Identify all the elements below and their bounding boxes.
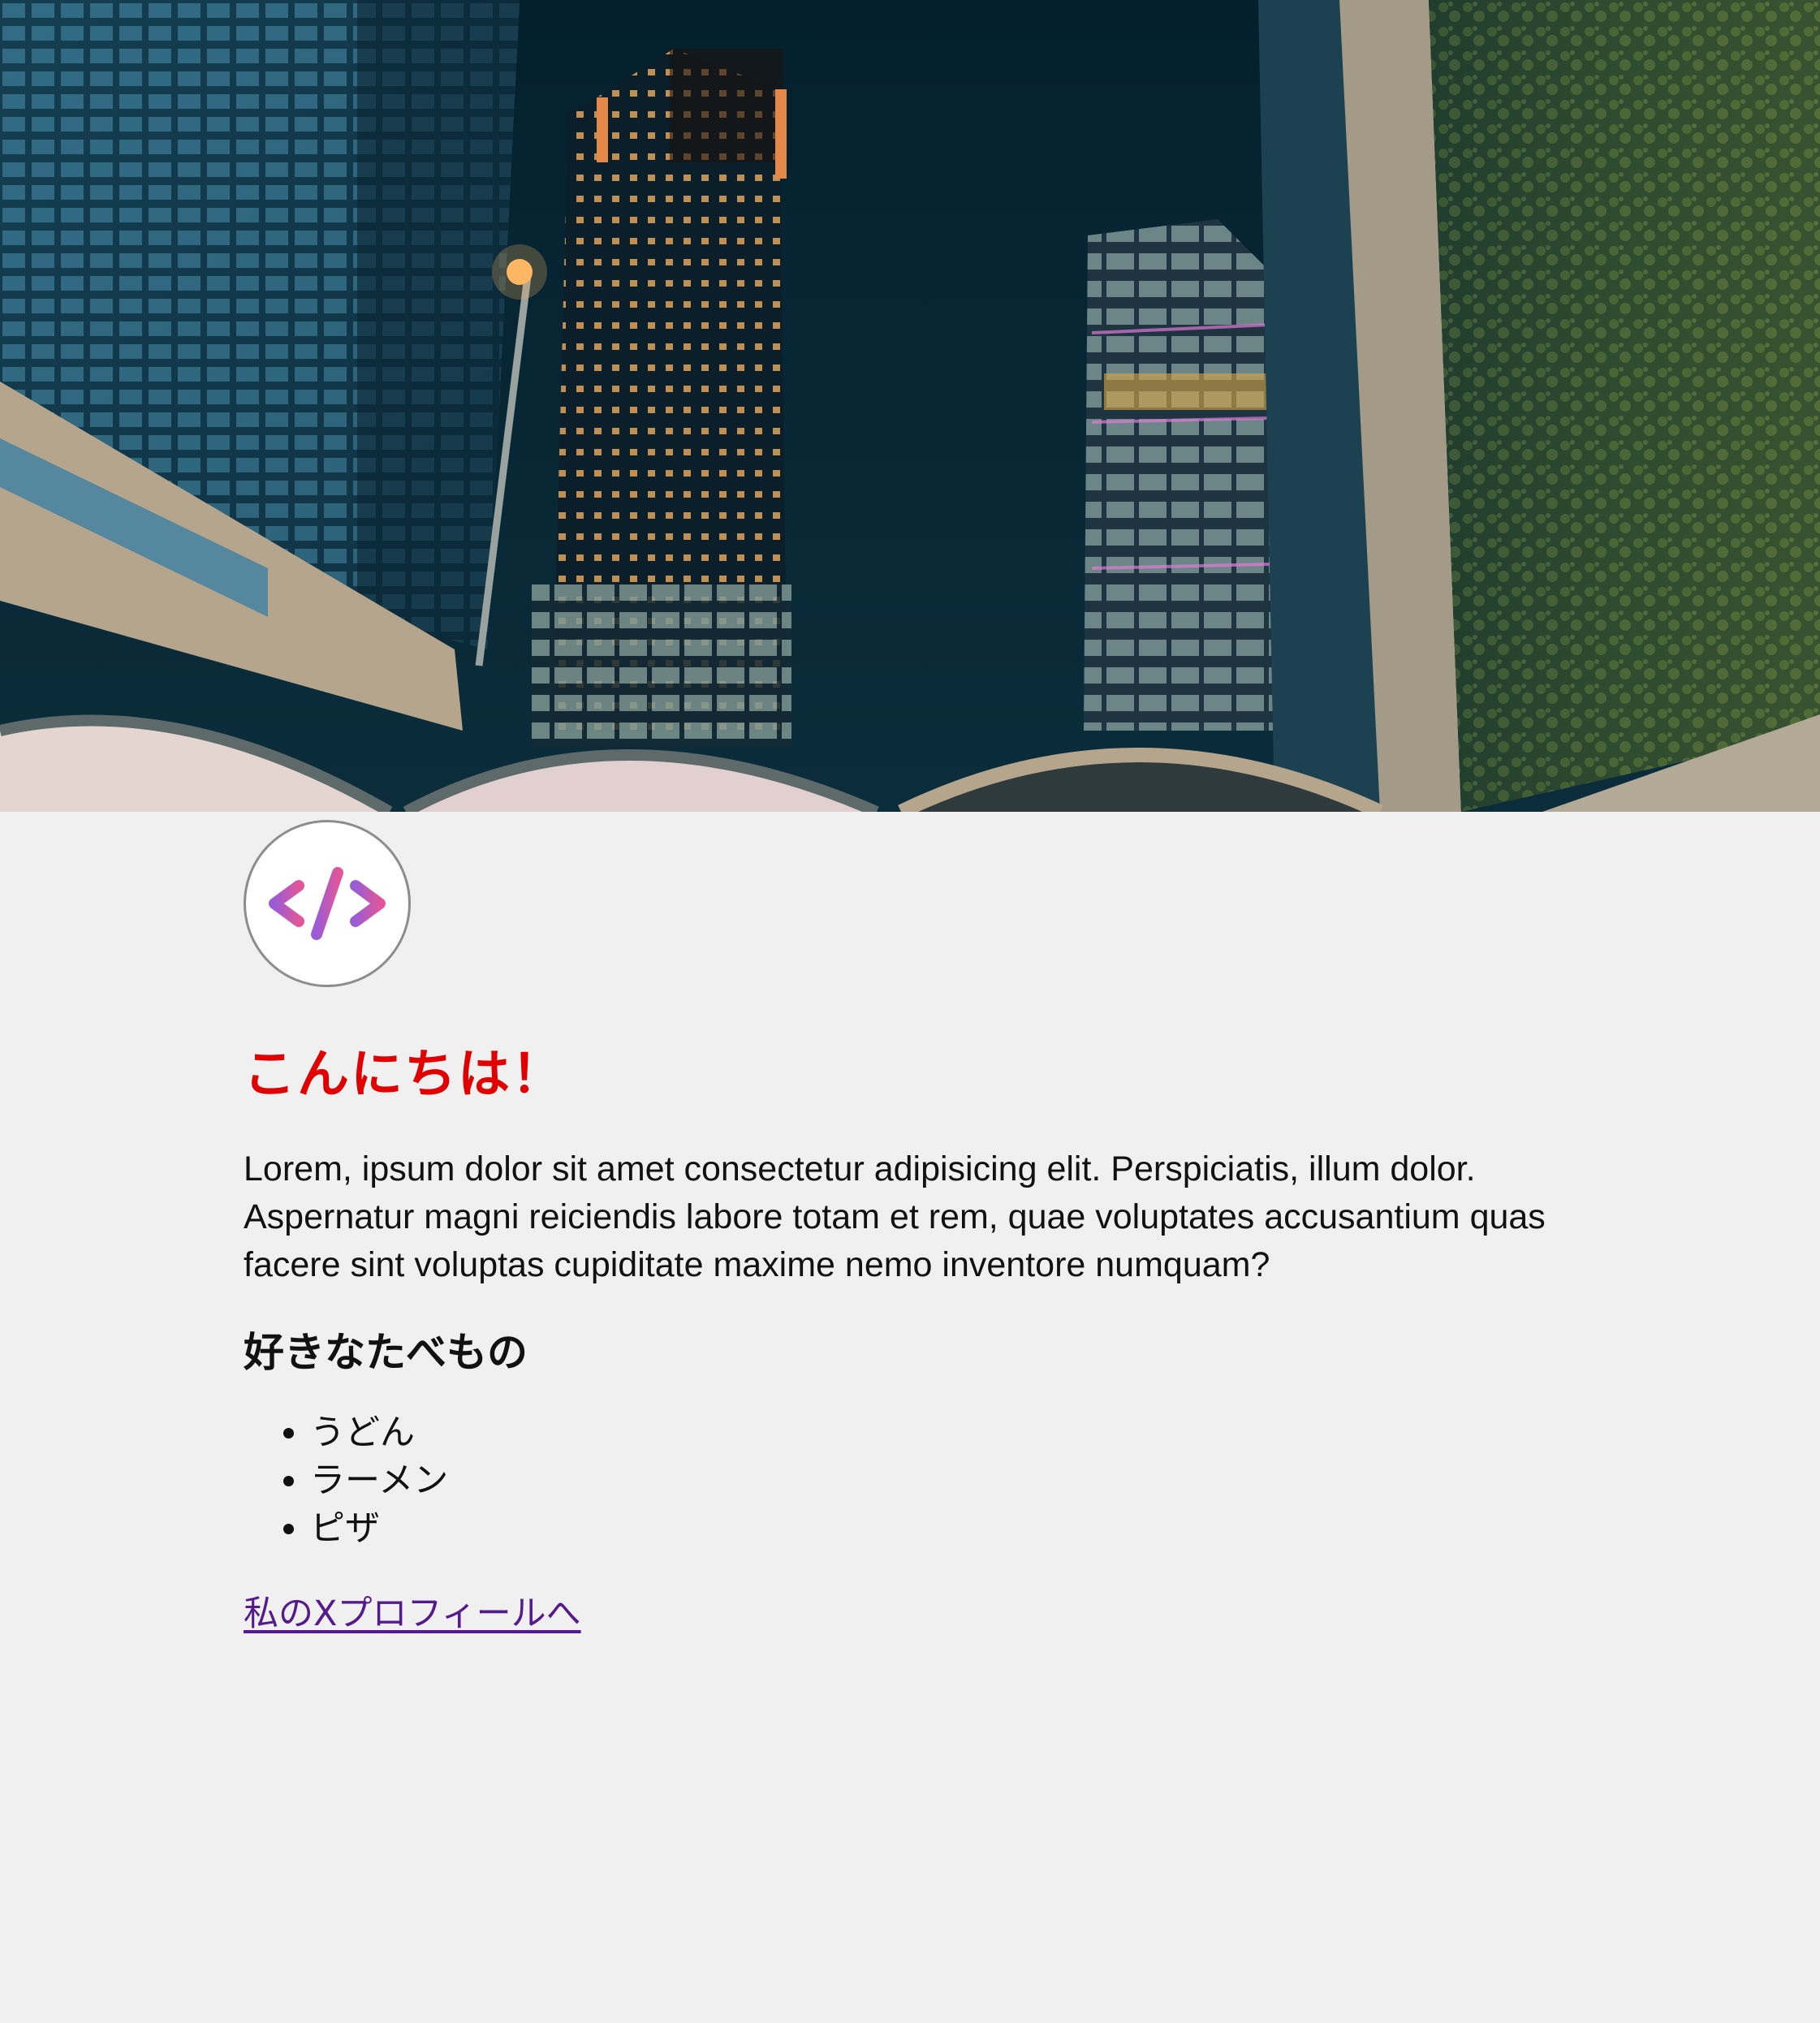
list-item: うどん bbox=[310, 1409, 1624, 1457]
favorite-foods-heading: 好きなたべもの bbox=[244, 1328, 528, 1376]
profile-content: こんにちは！ Lorem, ipsum dolor sit amet conse… bbox=[244, 820, 1624, 1636]
list-item: ピザ bbox=[310, 1505, 1624, 1553]
avatar bbox=[244, 820, 411, 987]
greeting-heading: こんにちは！ bbox=[244, 1045, 565, 1105]
intro-paragraph: Lorem, ipsum dolor sit amet consectetur … bbox=[244, 1149, 1546, 1284]
code-brackets-icon bbox=[269, 867, 386, 940]
favorite-foods-list: うどん ラーメン ピザ bbox=[244, 1409, 1624, 1553]
list-item: ラーメン bbox=[310, 1457, 1624, 1505]
hero-image bbox=[0, 0, 1820, 812]
x-profile-link[interactable]: 私のXプロフィールへ bbox=[244, 1585, 581, 1636]
city-night-scene bbox=[0, 0, 1820, 812]
